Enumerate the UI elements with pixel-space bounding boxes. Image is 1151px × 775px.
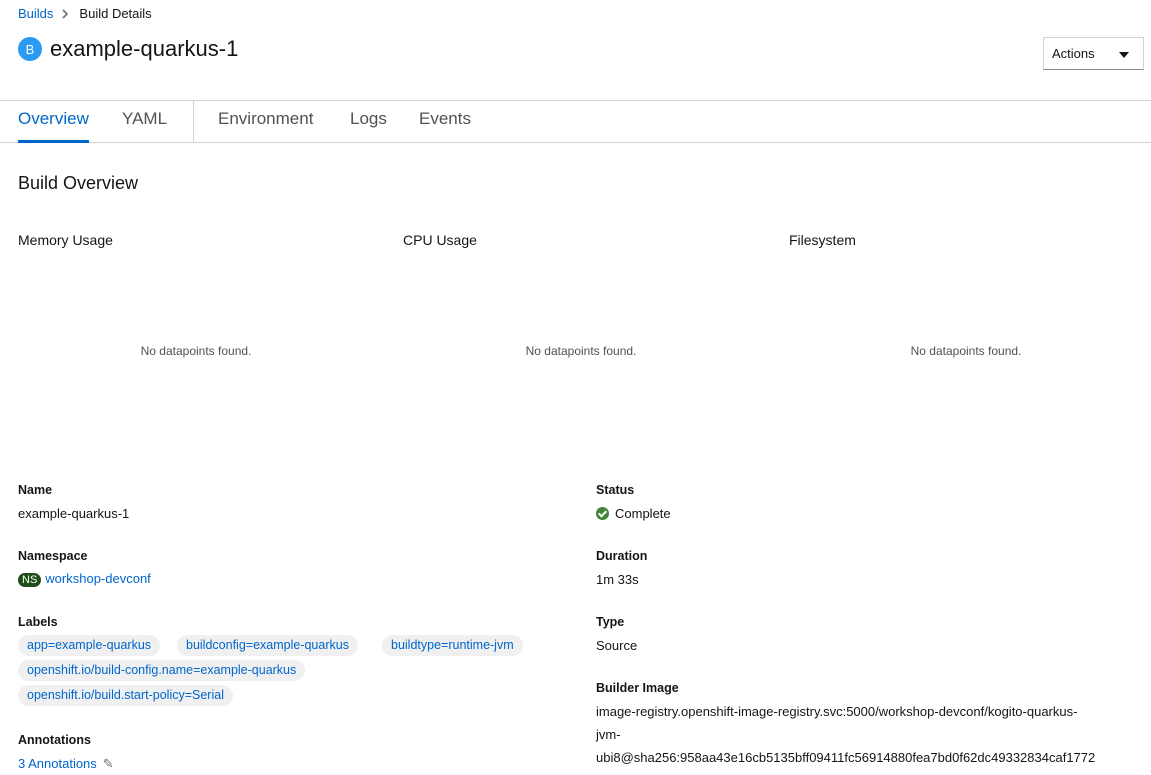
label-chip[interactable]: openshift.io/build-config.name=example-q… — [18, 660, 306, 681]
pencil-icon[interactable]: ✎ — [103, 756, 114, 772]
tab-events[interactable]: Events — [419, 109, 471, 143]
cpu-usage-title: CPU Usage — [403, 232, 477, 248]
annotations-label: Annotations — [18, 733, 91, 747]
tab-logs[interactable]: Logs — [350, 109, 387, 143]
label-chip[interactable]: openshift.io/build.start-policy=Serial — [18, 685, 233, 706]
page-title: example-quarkus-1 — [50, 36, 239, 61]
namespace-label: Namespace — [18, 549, 88, 563]
label-chip[interactable]: buildconfig=example-quarkus — [177, 635, 358, 656]
status-value: Complete — [596, 506, 671, 521]
builder-image-line: image-registry.openshift-image-registry.… — [596, 704, 1078, 719]
memory-usage-empty: No datapoints found. — [140, 344, 252, 358]
actions-dropdown[interactable]: Actions — [1043, 37, 1144, 70]
memory-usage-title: Memory Usage — [18, 232, 113, 248]
status-label: Status — [596, 483, 635, 497]
label-chip[interactable]: app=example-quarkus — [18, 635, 161, 656]
builder-image-line: jvm- — [596, 727, 621, 742]
name-value: example-quarkus-1 — [18, 506, 130, 521]
type-value: Source — [596, 638, 638, 653]
builder-image-line: ubi8@sha256:958aa43e16cb5135bff09411fc56… — [596, 750, 1096, 765]
status-text: Complete — [615, 506, 671, 521]
namespace-badge: NS — [18, 573, 42, 587]
duration-label: Duration — [596, 549, 648, 563]
cpu-usage-empty: No datapoints found. — [525, 344, 637, 358]
filesystem-title: Filesystem — [789, 232, 856, 248]
breadcrumb-builds-link[interactable]: Builds — [18, 6, 53, 21]
builder-image-label: Builder Image — [596, 681, 679, 695]
caret-down-icon — [1119, 52, 1129, 58]
check-circle-icon — [596, 507, 609, 520]
namespace-link[interactable]: workshop-devconf — [45, 571, 151, 586]
breadcrumb: Builds Build Details — [18, 6, 152, 21]
tab-overview[interactable]: Overview — [18, 109, 89, 143]
build-overview-heading: Build Overview — [18, 173, 139, 193]
build-resource-badge: B — [18, 37, 42, 61]
type-label: Type — [596, 615, 625, 629]
tab-divider — [193, 101, 194, 143]
name-label: Name — [18, 483, 53, 497]
annotations-link[interactable]: 3 Annotations — [18, 756, 97, 771]
breadcrumb-current: Build Details — [79, 6, 152, 21]
actions-label: Actions — [1052, 46, 1095, 61]
tab-environment[interactable]: Environment — [218, 109, 313, 143]
namespace-value: NS workshop-devconf — [18, 571, 151, 587]
label-chip[interactable]: buildtype=runtime-jvm — [382, 635, 523, 656]
annotations-value: 3 Annotations ✎ — [18, 756, 114, 772]
tab-bar: Overview YAML Environment Logs Events — [0, 100, 1151, 143]
labels-label: Labels — [18, 615, 58, 629]
duration-value: 1m 33s — [596, 572, 639, 587]
page-heading: B example-quarkus-1 — [18, 36, 238, 62]
filesystem-empty: No datapoints found. — [910, 344, 1022, 358]
tab-yaml[interactable]: YAML — [122, 109, 167, 143]
chevron-right-icon — [62, 8, 69, 19]
